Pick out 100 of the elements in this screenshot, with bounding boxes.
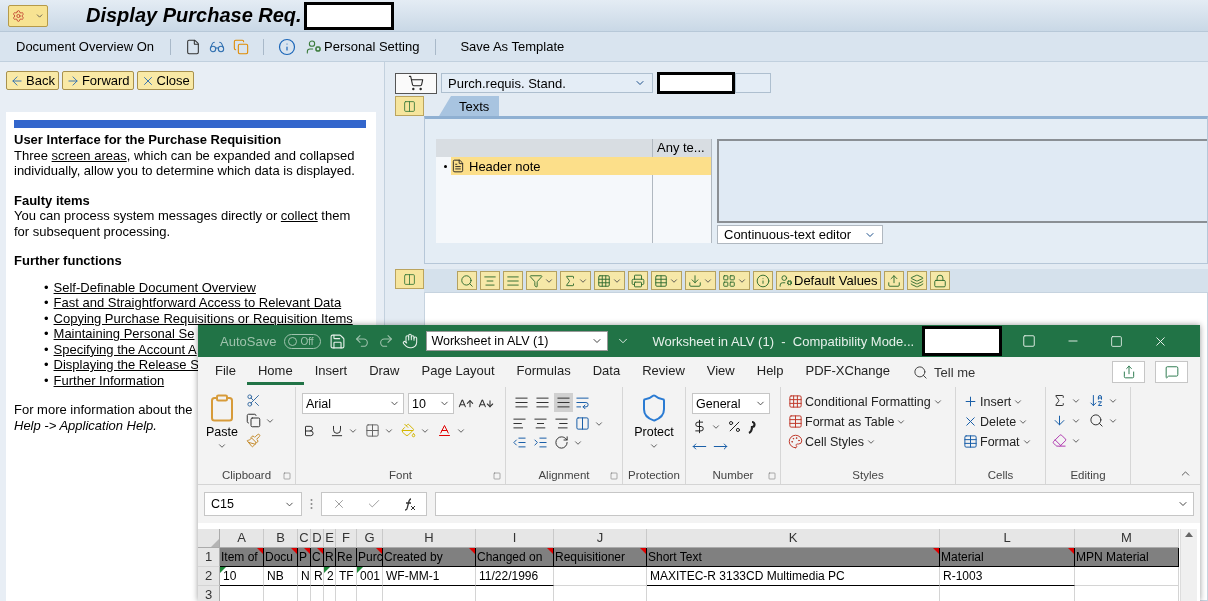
help-link[interactable]: Maintaining Personal Se — [53, 326, 195, 342]
protect-button[interactable]: Protect — [632, 393, 676, 466]
toolbar-button[interactable] — [906, 271, 927, 290]
help-link[interactable]: Further Information — [53, 372, 165, 388]
toolbar-button[interactable] — [594, 271, 625, 290]
table-cell[interactable]: C — [311, 548, 324, 567]
styles-button[interactable]: Cell Styles — [787, 433, 944, 450]
collapse-button[interactable] — [395, 96, 424, 116]
table-cell[interactable]: MPN Material — [1075, 548, 1179, 567]
ribbon-tab[interactable]: Page Layout — [410, 359, 506, 385]
table-cell[interactable]: Purc — [357, 548, 383, 567]
text-editor[interactable] — [717, 139, 1207, 223]
cells-button[interactable]: Format — [962, 433, 1033, 450]
column-header[interactable]: F — [336, 529, 357, 548]
table-cell[interactable]: R-1003 — [940, 567, 1075, 586]
table-cell[interactable]: Created by — [383, 548, 476, 567]
help-link[interactable]: Self-Definable Document Overview — [53, 279, 256, 295]
toolbar-button[interactable] — [503, 271, 523, 290]
toolbar-button[interactable] — [526, 271, 557, 290]
column-header[interactable]: A — [220, 529, 264, 548]
help-link[interactable]: Copying Purchase Requisitions or Requisition Items — [53, 310, 353, 326]
table-cell[interactable]: MAXITEC-R 3133CD Multimedia PC — [647, 567, 940, 586]
styles-button[interactable]: Conditional Formatting — [787, 393, 944, 410]
editor-select[interactable]: Continuous-text editor — [717, 225, 883, 244]
column-header[interactable]: D — [311, 529, 324, 548]
table-cell[interactable]: 10 — [220, 567, 264, 586]
name-box[interactable]: C15 — [204, 492, 302, 516]
personal-setting-button[interactable]: Personal Setting — [304, 38, 422, 55]
tree-item[interactable]: Header note — [451, 157, 653, 175]
column-header[interactable]: B — [264, 529, 298, 548]
cells-button[interactable]: Insert — [962, 393, 1033, 410]
table-cell[interactable]: WF-MM-1 — [383, 567, 476, 586]
row-header[interactable]: 2 — [198, 567, 220, 586]
document-type-select[interactable]: Purch.requis. Stand. — [441, 73, 653, 93]
table-cell[interactable]: 001 — [357, 567, 383, 586]
column-header[interactable]: I — [476, 529, 554, 548]
row-header[interactable]: 3 — [198, 586, 220, 601]
paste-button[interactable]: Paste — [204, 393, 240, 466]
ribbon-tab[interactable]: Insert — [303, 359, 359, 385]
toolbar-button[interactable] — [685, 271, 716, 290]
help-link[interactable]: Displaying the Release S — [53, 357, 199, 373]
table-cell[interactable]: Changed on — [476, 548, 554, 567]
menu-button[interactable] — [8, 4, 48, 27]
formula-bar[interactable] — [435, 492, 1194, 516]
default-values-button[interactable]: Default Values — [776, 271, 881, 290]
cells-button[interactable]: Delete — [962, 413, 1033, 430]
toolbar-button[interactable] — [719, 271, 750, 290]
column-header[interactable]: H — [383, 529, 476, 548]
toolbar-button[interactable] — [753, 271, 773, 290]
table-cell[interactable]: NB — [264, 567, 298, 586]
ribbon-tab[interactable]: View — [695, 359, 746, 385]
text-field[interactable] — [735, 73, 771, 93]
ribbon-tab[interactable]: PDF-XChange — [794, 359, 902, 385]
scroll-bar[interactable] — [1180, 529, 1197, 601]
overview-button[interactable]: Document Overview On — [14, 39, 156, 54]
column-header[interactable]: J — [554, 529, 647, 548]
column-header[interactable]: G — [357, 529, 383, 548]
font-select[interactable]: Arial — [302, 393, 404, 414]
table-cell[interactable]: Material — [940, 548, 1075, 567]
nav-button[interactable]: Back — [6, 71, 59, 90]
ribbon-tab[interactable]: File — [204, 359, 247, 385]
ribbon-tab[interactable]: Review — [631, 359, 696, 385]
toolbar-button[interactable] — [560, 271, 591, 290]
tab[interactable]: Texts — [439, 96, 500, 116]
ribbon-tab[interactable]: Draw — [358, 359, 411, 385]
row-header[interactable]: 1 — [198, 548, 220, 567]
help-link[interactable]: screen areas — [51, 147, 127, 163]
toolbar-button[interactable] — [929, 271, 950, 290]
table-cell[interactable]: N — [298, 567, 311, 586]
table-cell[interactable]: R — [324, 548, 336, 567]
table-cell[interactable]: Short Text — [647, 548, 940, 567]
column-header[interactable]: C — [298, 529, 311, 548]
save-template-button[interactable]: Save As Template — [458, 39, 567, 54]
table-cell[interactable]: 2 — [324, 567, 336, 586]
nav-button[interactable]: Forward — [61, 71, 134, 90]
table-cell[interactable] — [1075, 567, 1179, 586]
table-cell[interactable]: Docu — [264, 548, 298, 567]
table-cell[interactable]: R — [311, 567, 324, 586]
column-header[interactable]: K — [647, 529, 940, 548]
tell-me-field[interactable]: Tell me — [934, 364, 976, 380]
help-link[interactable]: collect — [280, 208, 318, 223]
toolbar-button[interactable] — [883, 271, 904, 290]
toolbar-button[interactable] — [651, 271, 682, 290]
column-header[interactable]: E — [324, 529, 336, 548]
file-name-box[interactable]: Worksheet in ALV (1) — [426, 331, 609, 351]
align-button[interactable] — [554, 393, 573, 412]
table-cell[interactable]: Requisitioner — [554, 548, 647, 567]
comments-button[interactable] — [1155, 361, 1188, 383]
ribbon-tab[interactable]: Data — [581, 359, 632, 385]
toolbar-button[interactable] — [628, 271, 648, 290]
ribbon-tab[interactable]: Formulas — [505, 359, 582, 385]
toolbar-button[interactable] — [480, 271, 500, 290]
column-header[interactable]: L — [940, 529, 1075, 548]
table-cell[interactable]: Item of — [220, 548, 264, 567]
font-size-select[interactable]: 10 — [408, 393, 454, 414]
column-header[interactable]: M — [1075, 529, 1179, 548]
number-format-select[interactable]: General — [692, 393, 770, 414]
table-cell[interactable]: 11/22/1996 — [476, 567, 554, 586]
styles-button[interactable]: Format as Table — [787, 413, 944, 430]
ribbon-tab[interactable]: Help — [745, 359, 795, 385]
